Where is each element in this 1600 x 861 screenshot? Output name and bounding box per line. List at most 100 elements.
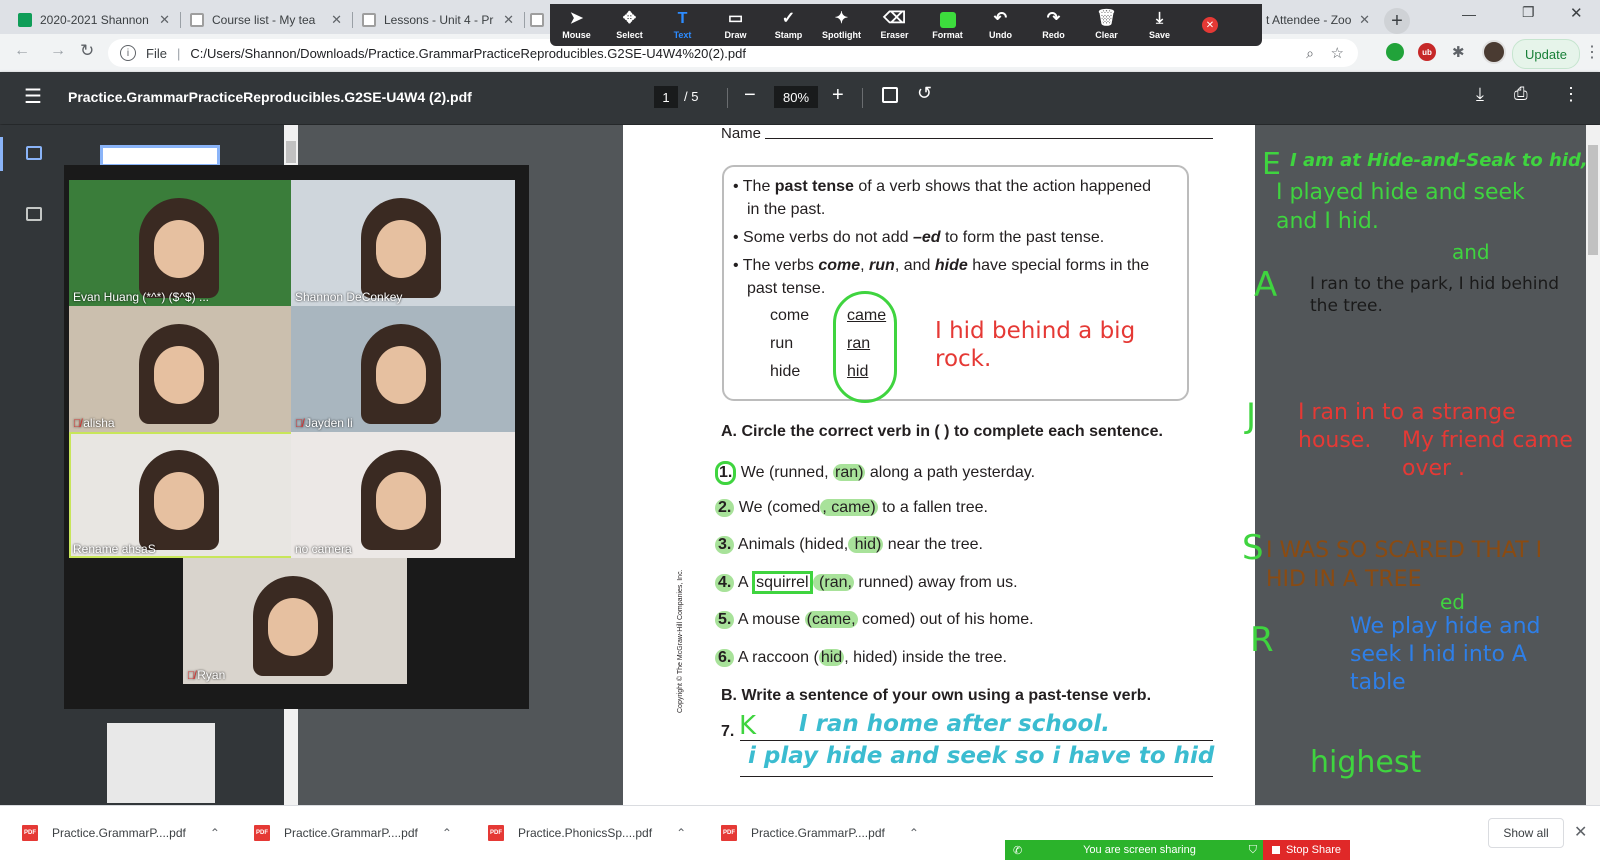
participant-name: no camera [295, 542, 352, 556]
update-button[interactable]: Update [1512, 39, 1580, 69]
tab-zoom-attendee[interactable]: t Attendee - Zoo ✕ [1262, 6, 1374, 34]
window-close-icon[interactable]: ✕ [1570, 4, 1583, 22]
participant-video-tile[interactable]: Evan Huang (*^*) ($^$) ... [69, 180, 293, 306]
restore-icon[interactable]: ❐ [1522, 4, 1535, 21]
thumbnails-icon[interactable] [26, 146, 42, 160]
more-options-icon[interactable]: ⋮ [1562, 84, 1580, 105]
ublock-icon[interactable]: ub [1418, 43, 1436, 61]
zoom-out-icon[interactable]: − [744, 84, 756, 107]
student-note-insert: and [1452, 240, 1490, 264]
kebab-menu-icon[interactable]: ⋮ [1584, 42, 1600, 62]
download-icon[interactable]: ⤓ [1476, 84, 1484, 105]
teacher-note: I hid behind a big rock. [935, 318, 1136, 372]
participant-name-text: Evan Huang (*^*) ($^$) ... [73, 290, 209, 304]
thumbnail-scroll-thumb[interactable] [286, 141, 296, 163]
zoom-magnifier-icon[interactable]: ⌕ [1306, 45, 1314, 62]
student-note-line: I am at Hide-and-Seak to hid, [1290, 150, 1588, 171]
participant-name-text: Jayden li [305, 416, 353, 430]
close-icon[interactable]: ✕ [331, 12, 342, 28]
tool-eraser[interactable]: ⌫ Eraser [868, 4, 921, 46]
back-icon[interactable]: ← [14, 42, 30, 60]
download-item[interactable]: PDF Practice.GrammarP....pdf ⌃ [22, 818, 220, 848]
new-tab-button[interactable]: + [1384, 8, 1410, 34]
chevron-up-icon[interactable]: ⌃ [210, 826, 220, 840]
download-filename: Practice.GrammarP....pdf [284, 826, 418, 840]
profile-avatar[interactable] [1482, 40, 1506, 64]
stop-share-button[interactable]: Stop Share [1263, 840, 1350, 860]
save-icon: ⤓ [1155, 10, 1164, 27]
sharing-status: You are screen sharing [1083, 844, 1196, 856]
tool-label: Save [1148, 30, 1171, 40]
forward-icon[interactable]: → [50, 42, 66, 60]
student-note-line: house. [1298, 428, 1372, 453]
reload-icon[interactable]: ↻ [80, 41, 94, 61]
verb-present-1: come [770, 307, 810, 324]
tab-course-list[interactable]: Course list - My tea ✕ [182, 6, 350, 34]
page-thumbnail-2[interactable] [107, 723, 215, 803]
fit-page-icon[interactable] [882, 87, 898, 103]
chevron-up-icon[interactable]: ⌃ [676, 826, 686, 840]
tool-mouse[interactable]: ➤ Mouse [550, 4, 603, 46]
extension-icon[interactable] [1386, 43, 1404, 61]
muted-mic-icon: 🎙̸ [73, 418, 82, 430]
show-all-button[interactable]: Show all [1488, 818, 1564, 848]
hamburger-menu-icon[interactable]: ☰ [24, 84, 42, 109]
print-icon[interactable]: ⎙ [1514, 84, 1528, 104]
participant-video [139, 198, 219, 298]
tool-select[interactable]: ✥ Select [603, 4, 656, 46]
tool-draw[interactable]: ▭ Draw [709, 4, 762, 46]
pdf-file-icon: PDF [22, 825, 38, 841]
tool-undo[interactable]: ↶ Undo [974, 4, 1027, 46]
rotate-icon[interactable]: ↺ [917, 83, 932, 104]
page-thumbnail-1[interactable] [100, 145, 220, 167]
move-icon: ✥ [622, 10, 637, 27]
extensions-puzzle-icon[interactable]: ✱ [1452, 43, 1465, 61]
participant-video-tile[interactable]: 🎙̸ Jayden li [291, 306, 515, 432]
outline-icon[interactable] [26, 207, 42, 221]
zoom-level-input[interactable]: 80% [774, 86, 818, 108]
participant-video-tile[interactable]: no camera [291, 432, 515, 558]
chevron-up-icon[interactable]: ⌃ [909, 826, 919, 840]
download-item[interactable]: PDF Practice.GrammarP....pdf ⌃ [721, 818, 919, 848]
page-number-input[interactable]: 1 [654, 86, 678, 108]
item-3: 3. Animals (hided, hid) near the tree. [715, 536, 983, 554]
circle-annotation [833, 291, 897, 403]
participant-name-text: no camera [295, 542, 352, 556]
tool-label: Eraser [880, 30, 909, 40]
url-text[interactable]: C:/Users/Shannon/Downloads/Practice.Gram… [190, 46, 746, 61]
color-swatch-icon [939, 12, 956, 28]
tool-clear[interactable]: 🗑 Clear [1080, 4, 1133, 46]
phone-icon: ✆ [1013, 844, 1023, 857]
close-icon[interactable]: ✕ [503, 12, 514, 28]
item-1: 1. We (runned, ran) along a path yesterd… [715, 461, 1035, 485]
tool-text[interactable]: T Text [656, 4, 709, 46]
tool-spotlight[interactable]: ✦ Spotlight [815, 4, 868, 46]
tab-partial[interactable] [526, 6, 550, 34]
tool-redo[interactable]: ↷ Redo [1027, 4, 1080, 46]
student-note-line: I played hide and seek [1276, 180, 1525, 205]
participant-video-tile[interactable]: 🎙̸ alisha [69, 306, 293, 432]
tool-format[interactable]: Format [921, 4, 974, 46]
close-icon[interactable]: ✕ [159, 12, 170, 28]
close-downloads-icon[interactable]: ✕ [1574, 822, 1587, 842]
tool-stamp[interactable]: ✓ Stamp [762, 4, 815, 46]
participant-video-tile[interactable]: Rename ahsaS [69, 432, 293, 558]
bookmark-star-icon[interactable]: ☆ [1331, 44, 1344, 62]
participant-name: Rename ahsaS [73, 542, 156, 556]
tab-lessons[interactable]: Lessons - Unit 4 - Pr ✕ [354, 6, 522, 34]
download-item[interactable]: PDF Practice.GrammarP....pdf ⌃ [254, 818, 452, 848]
cursor-icon: ➤ [569, 10, 584, 27]
tool-save[interactable]: ⤓ Save [1133, 4, 1186, 46]
participant-video-tile[interactable]: Shannon DeConkey [291, 180, 515, 306]
close-toolbar-icon[interactable]: ✕ [1202, 17, 1218, 33]
download-item[interactable]: PDF Practice.PhonicsSp....pdf ⌃ [488, 818, 686, 848]
zoom-in-icon[interactable]: + [832, 84, 844, 107]
pdf-scroll-thumb[interactable] [1588, 145, 1598, 255]
close-icon[interactable]: ✕ [1359, 12, 1370, 28]
tab-spreadsheet[interactable]: 2020-2021 Shannon ✕ [10, 6, 178, 34]
participant-video-tile[interactable]: 🎙̸ Ryan [183, 558, 407, 684]
info-icon[interactable]: i [120, 45, 136, 61]
chevron-up-icon[interactable]: ⌃ [442, 826, 452, 840]
pdf-toolbar: ☰ Practice.GrammarPracticeReproducibles.… [0, 72, 1600, 124]
minimize-icon[interactable]: — [1462, 6, 1476, 22]
